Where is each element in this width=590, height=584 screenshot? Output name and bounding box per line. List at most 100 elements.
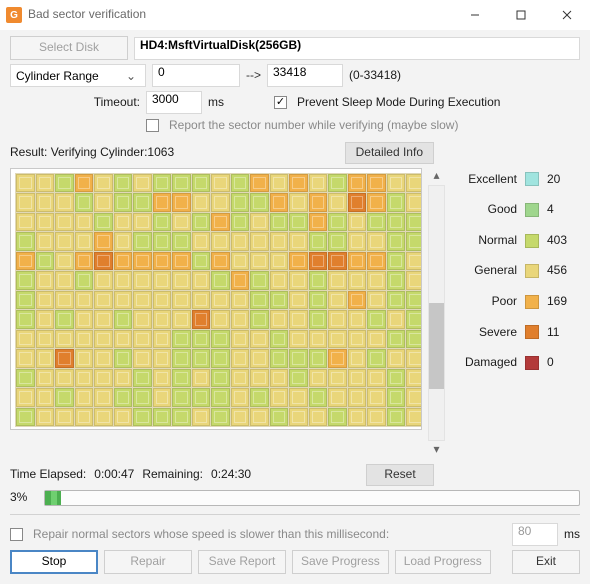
sector-cell: [114, 174, 133, 193]
sector-cell: [328, 232, 347, 251]
maximize-button[interactable]: [498, 0, 544, 30]
sector-cell: [75, 174, 94, 193]
range-type-select[interactable]: Cylinder Range ⌄: [10, 64, 146, 87]
sector-cell: [289, 174, 308, 193]
scroll-down-icon[interactable]: ▾: [428, 441, 445, 458]
timeout-input[interactable]: 3000: [146, 91, 202, 114]
sector-cell: [94, 310, 113, 329]
sector-cell: [16, 330, 35, 349]
sector-cell: [231, 193, 250, 212]
legend-row-sev: Severe11: [457, 325, 580, 341]
sector-cell: [367, 408, 386, 427]
sector-cell: [211, 330, 230, 349]
sector-cell: [289, 349, 308, 368]
scroll-up-icon[interactable]: ▴: [428, 168, 445, 185]
sector-cell: [211, 349, 230, 368]
save-progress-button[interactable]: Save Progress: [292, 550, 389, 574]
sector-cell: [114, 369, 133, 388]
sector-cell: [172, 349, 191, 368]
exit-button[interactable]: Exit: [512, 550, 580, 574]
sector-cell: [55, 174, 74, 193]
sector-cell: [309, 213, 328, 232]
remaining-value: 0:24:30: [211, 467, 251, 483]
sector-cell: [270, 369, 289, 388]
sector-cell: [270, 213, 289, 232]
sector-cell: [153, 310, 172, 329]
sector-cell: [94, 388, 113, 407]
report-sector-checkbox[interactable]: [146, 119, 159, 132]
sector-cell: [133, 193, 152, 212]
save-report-button[interactable]: Save Report: [198, 550, 286, 574]
minimize-button[interactable]: [452, 0, 498, 30]
sector-cell: [211, 271, 230, 290]
sector-cell: [55, 349, 74, 368]
sector-cell: [94, 408, 113, 427]
sector-cell: [309, 232, 328, 251]
sector-cell: [94, 232, 113, 251]
divider: [10, 514, 580, 515]
sector-grid: [15, 173, 422, 428]
sector-cell: [153, 193, 172, 212]
scroll-thumb[interactable]: [429, 303, 444, 389]
sector-cell: [348, 252, 367, 271]
sector-cell: [133, 369, 152, 388]
sector-cell: [55, 388, 74, 407]
sector-cell: [406, 310, 422, 329]
reset-button[interactable]: Reset: [366, 464, 434, 486]
load-progress-button[interactable]: Load Progress: [395, 550, 491, 574]
sector-cell: [387, 174, 406, 193]
result-label: Result:: [10, 145, 47, 161]
sector-cell: [16, 310, 35, 329]
grid-scrollbar[interactable]: ▴ ▾: [428, 168, 445, 458]
stop-button[interactable]: Stop: [10, 550, 98, 574]
sector-cell: [328, 193, 347, 212]
sector-cell: [328, 310, 347, 329]
sector-cell: [231, 271, 250, 290]
repair-threshold-input[interactable]: 80: [512, 523, 558, 546]
sector-cell: [328, 213, 347, 232]
legend-swatch-dmg: [525, 356, 539, 370]
sector-cell: [211, 252, 230, 271]
detailed-info-button[interactable]: Detailed Info: [345, 142, 434, 164]
sector-cell: [348, 388, 367, 407]
sector-cell: [367, 349, 386, 368]
sector-cell: [387, 193, 406, 212]
sector-cell: [406, 193, 422, 212]
sector-cell: [133, 271, 152, 290]
legend-count: 403: [547, 233, 567, 249]
sector-cell: [75, 310, 94, 329]
sector-cell: [55, 193, 74, 212]
sector-cell: [55, 330, 74, 349]
range-from-input[interactable]: 0: [152, 64, 240, 87]
range-to-input[interactable]: 33418: [267, 64, 343, 87]
close-button[interactable]: [544, 0, 590, 30]
sector-cell: [250, 291, 269, 310]
repair-button[interactable]: Repair: [104, 550, 192, 574]
sector-cell: [94, 252, 113, 271]
legend-label: Excellent: [457, 172, 517, 188]
sector-cell: [309, 408, 328, 427]
result-area: ▴ ▾ Excellent20Good4Normal403General456P…: [10, 168, 580, 458]
scroll-track[interactable]: [428, 185, 445, 441]
legend-count: 456: [547, 263, 567, 279]
repair-option-row: Repair normal sectors whose speed is slo…: [10, 523, 580, 546]
repair-option-checkbox[interactable]: [10, 528, 23, 541]
sector-cell: [172, 213, 191, 232]
sector-cell: [36, 174, 55, 193]
sector-cell: [406, 271, 422, 290]
sector-cell: [153, 291, 172, 310]
sector-cell: [114, 330, 133, 349]
sector-cell: [367, 193, 386, 212]
legend-row-gen: General456: [457, 263, 580, 279]
sector-cell: [114, 388, 133, 407]
sector-cell: [387, 388, 406, 407]
select-disk-button[interactable]: Select Disk: [10, 36, 128, 60]
prevent-sleep-checkbox[interactable]: [274, 96, 287, 109]
sector-cell: [114, 232, 133, 251]
sector-cell: [192, 330, 211, 349]
sector-cell: [192, 291, 211, 310]
sector-cell: [55, 310, 74, 329]
sector-cell: [406, 388, 422, 407]
titlebar: G Bad sector verification: [0, 0, 590, 30]
result-status-value: 1063: [147, 145, 174, 161]
